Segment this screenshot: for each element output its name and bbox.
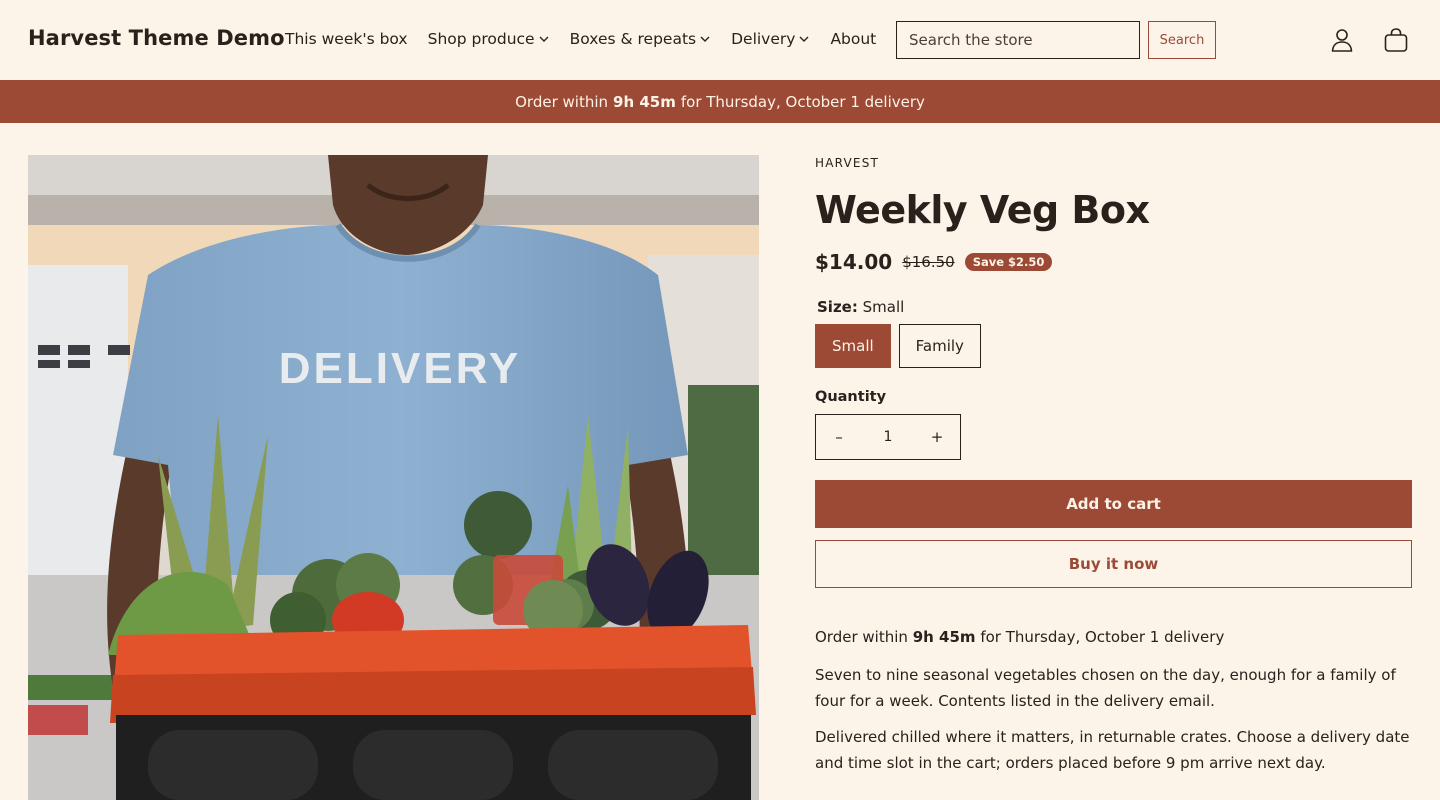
size-options: Small Family xyxy=(815,324,1412,368)
size-label: Size: Small xyxy=(815,298,1412,316)
nav-item-shop-produce[interactable]: Shop produce xyxy=(428,30,550,48)
nav-item-label: Boxes & repeats xyxy=(569,30,697,48)
buy-it-now-button[interactable]: Buy it now xyxy=(815,540,1412,588)
announcement-bar: Order within 9h 45m for Thursday, Octobe… xyxy=(0,80,1440,123)
size-label-value: Small xyxy=(862,298,905,316)
product-description: Delivered chilled where it matters, in r… xyxy=(815,728,1410,772)
announcement-prefix: Order within xyxy=(515,92,609,111)
product-vendor: HARVEST xyxy=(815,156,880,170)
price-row: $14.00 $16.50 Save $2.50 xyxy=(815,250,1412,274)
add-to-cart-button[interactable]: Add to cart xyxy=(815,480,1412,528)
quantity-stepper: – 1 + xyxy=(815,414,961,460)
product-description: Seven to nine seasonal vegetables chosen… xyxy=(815,666,1396,710)
quantity-label: Quantity xyxy=(815,389,887,405)
nav-item-label: About xyxy=(830,30,877,48)
bag-icon xyxy=(1384,28,1408,52)
quantity-input[interactable]: 1 xyxy=(868,429,908,445)
store-logo[interactable]: Harvest Theme Demo xyxy=(28,26,285,50)
nav-item-label: Delivery xyxy=(731,30,796,48)
chevron-down-icon xyxy=(539,36,549,42)
search-input[interactable] xyxy=(896,21,1140,59)
cutoff-time: 9h 45m xyxy=(912,628,976,646)
cutoff-prefix: Order within xyxy=(815,628,908,646)
delivery-cutoff: Order within 9h 45m for Thursday, Octobe… xyxy=(815,628,1412,646)
product-info: HARVEST Weekly Veg Box $14.00 $16.50 Sav… xyxy=(815,155,1412,776)
size-option-small[interactable]: Small xyxy=(815,324,891,368)
site-header: Harvest Theme Demo This week's box Shop … xyxy=(0,0,1440,80)
cart-button[interactable] xyxy=(1382,26,1410,54)
quantity-decrease-button[interactable]: – xyxy=(816,415,862,459)
announcement-suffix: for Thursday, October 1 delivery xyxy=(680,92,925,111)
nav-item-label: Shop produce xyxy=(427,30,535,48)
main-nav: This week's box Shop produce Boxes & rep… xyxy=(285,30,876,48)
quantity-increase-button[interactable]: + xyxy=(914,415,960,459)
shirt-text: DELIVERY xyxy=(279,344,521,393)
size-label-name: Size: xyxy=(817,298,858,316)
cutoff-suffix: for Thursday, October 1 delivery xyxy=(980,628,1225,646)
nav-item-delivery[interactable]: Delivery xyxy=(731,30,810,48)
search-button[interactable]: Search xyxy=(1148,21,1216,59)
nav-item-boxes-repeats[interactable]: Boxes & repeats xyxy=(570,30,711,48)
nav-item-about[interactable]: About xyxy=(830,30,876,48)
chevron-down-icon xyxy=(700,36,710,42)
chevron-down-icon xyxy=(799,36,809,42)
product-title: Weekly Veg Box xyxy=(815,188,1150,232)
account-button[interactable] xyxy=(1328,26,1356,54)
product-image[interactable]: DELIVERY xyxy=(28,155,759,800)
nav-item-this-weeks-box[interactable]: This week's box xyxy=(285,30,408,48)
sale-badge: Save $2.50 xyxy=(964,253,1053,271)
nav-item-label: This week's box xyxy=(285,30,408,48)
sale-price: $14.00 xyxy=(815,250,893,274)
delivery-person-photo: DELIVERY xyxy=(28,155,759,800)
user-icon xyxy=(1331,29,1353,52)
compare-price: $16.50 xyxy=(902,253,955,271)
announcement-countdown: 9h 45m xyxy=(613,92,676,111)
size-option-family[interactable]: Family xyxy=(898,324,981,368)
